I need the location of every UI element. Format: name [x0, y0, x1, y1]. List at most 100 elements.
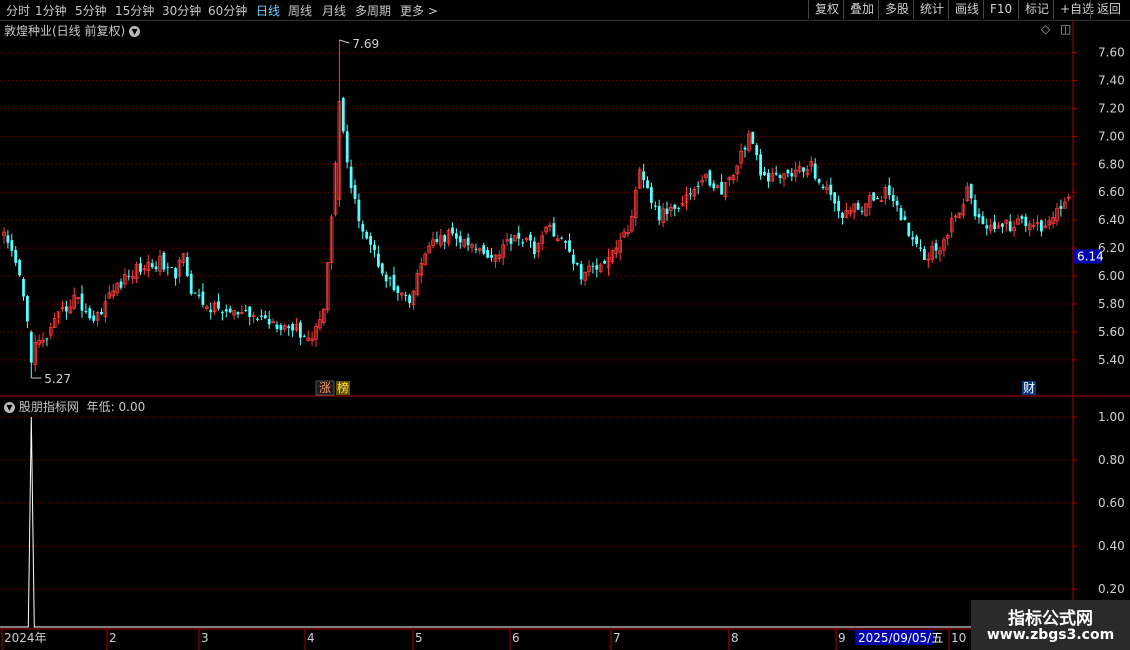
indicator-series-line [0, 416, 1073, 628]
candle-body-down [6, 235, 10, 243]
candle-body-down [759, 154, 762, 176]
candle-body-down [767, 172, 770, 182]
candle-body-down [443, 235, 447, 242]
time-axis-label: 5 [415, 631, 423, 645]
chevron-down-icon[interactable]: ▼ [4, 402, 15, 413]
candle-body-down [856, 203, 860, 210]
candle-body-down [911, 237, 915, 240]
candle-body-down [14, 250, 18, 263]
candle-body-down [236, 311, 240, 315]
candle-body-down [696, 185, 700, 187]
candle-body-down [490, 254, 493, 258]
price-tick-label: 7.20 [1098, 101, 1125, 115]
candle-body-down [150, 263, 154, 268]
price-tick-label: 7.00 [1098, 129, 1125, 143]
candle-body-down [380, 263, 384, 274]
candle-body-down [377, 253, 380, 267]
candle-body-down [860, 210, 864, 212]
candle-body-down [263, 315, 267, 319]
candle-body-down [568, 240, 571, 252]
ranking-marker: 榜 [337, 380, 349, 395]
high-price-label: 7.69 [352, 37, 379, 51]
candle-body-down [564, 241, 567, 243]
candle-body-down [256, 318, 259, 320]
candle-body-down [673, 204, 677, 209]
candle-body-down [533, 241, 536, 255]
candle-body-down [275, 324, 279, 329]
candle-body-down [197, 294, 201, 296]
candle-body-down [193, 292, 197, 294]
candle-body-down [833, 192, 837, 204]
kline-chart: 7.607.407.207.006.806.606.406.206.005.80… [0, 20, 1130, 650]
candle-body-down [657, 205, 661, 221]
candle-body-down [174, 268, 177, 279]
candle-body-down [384, 274, 388, 282]
candle-body-down [228, 308, 232, 313]
candle-body-down [361, 224, 365, 232]
candle-body-down [919, 247, 922, 249]
diamond-icon[interactable]: ◇ [1041, 22, 1050, 36]
candle-body-down [139, 263, 142, 272]
candle-body-down [1008, 221, 1012, 231]
time-axis-label: 10 [951, 631, 966, 645]
candle-body-down [646, 180, 649, 189]
candle-body-down [642, 171, 645, 181]
candle-body-down [291, 324, 294, 331]
indicator-tick-label: 0.60 [1098, 496, 1125, 510]
low-price-label: 5.27 [44, 372, 71, 386]
current-price-label: 6.14 [1077, 249, 1104, 263]
candle-body-down [907, 222, 911, 236]
candle-body-down [10, 240, 14, 251]
indicator-pane-title[interactable]: ▼ 股朋指标网 年低: 0.00 [4, 398, 145, 415]
candle-body-down [482, 245, 486, 254]
time-axis-label: 2 [109, 631, 117, 645]
candle-body-down [287, 326, 291, 329]
candle-body-down [1020, 216, 1024, 219]
candle-body-down [100, 312, 103, 315]
candle-body-down [529, 234, 532, 241]
candle-body-down [341, 97, 345, 132]
candle-body-down [458, 236, 462, 243]
candle-body-down [977, 213, 981, 218]
candle-body-down [887, 185, 891, 196]
indicator-tick-label: 0.20 [1098, 582, 1125, 596]
candle-body-down [217, 301, 220, 309]
candle-body-down [755, 145, 759, 156]
candle-body-down [903, 216, 907, 221]
candle-body-down [267, 318, 271, 325]
candle-body-down [221, 312, 224, 314]
candle-body-down [923, 248, 926, 260]
price-tick-label: 6.80 [1098, 157, 1125, 171]
candle-body-down [353, 185, 357, 199]
candle-body-down [821, 186, 825, 188]
candle-body-down [1059, 206, 1063, 209]
time-axis-label: 8 [731, 631, 739, 645]
high-pointer [339, 39, 350, 44]
candle-body-down [572, 254, 575, 264]
candle-body-down [45, 338, 49, 340]
candle-body-down [26, 295, 29, 322]
candle-body-down [84, 311, 88, 313]
candle-body-down [973, 199, 977, 217]
main-pane-title[interactable]: 敦煌种业(日线 前复权) ▼ [4, 22, 141, 39]
candle-body-down [260, 315, 263, 317]
finance-marker: 财 [1023, 381, 1035, 395]
candle-body-down [521, 242, 525, 244]
candle-body-down [170, 266, 174, 268]
panel-toggle-icon[interactable]: ◫ [1060, 22, 1071, 36]
candle-body-down [189, 273, 193, 294]
candle-body-down [388, 277, 392, 279]
candle-body-down [595, 265, 599, 270]
candle-body-down [934, 243, 938, 251]
candle-body-down [127, 275, 131, 277]
candle-body-down [837, 200, 840, 212]
chevron-down-icon[interactable]: ▼ [129, 26, 141, 37]
watermark: 指标公式网 www.zbgs3.com [971, 600, 1130, 650]
candle-body-down [708, 170, 712, 186]
candle-body-down [829, 184, 833, 195]
indicator-tick-label: 1.00 [1098, 410, 1125, 424]
candle-body-down [712, 183, 716, 189]
candle-body-down [365, 231, 369, 239]
time-axis-label: 4 [307, 631, 315, 645]
candle-body-down [786, 169, 790, 174]
